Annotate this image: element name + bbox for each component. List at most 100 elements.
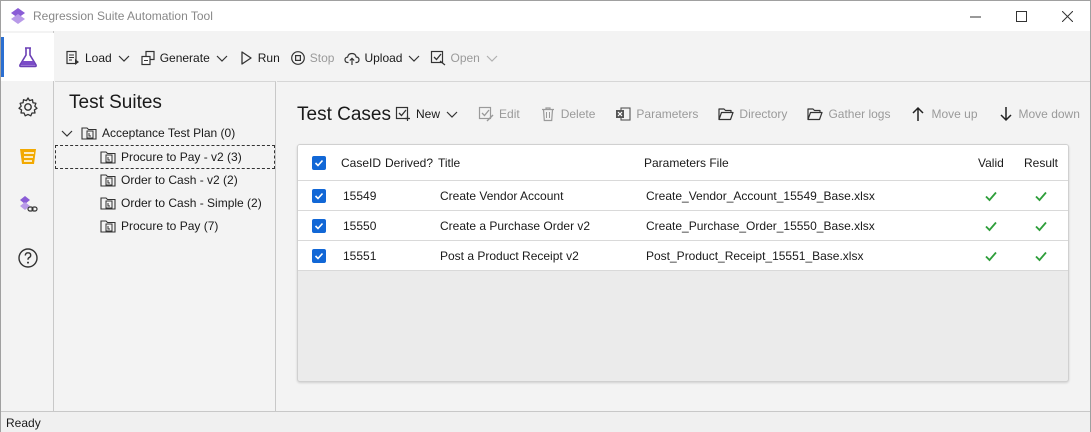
load-icon bbox=[66, 50, 79, 65]
title-bar[interactable]: Regression Suite Automation Tool bbox=[1, 1, 1090, 31]
link-icon bbox=[19, 196, 38, 212]
upload-label: Upload bbox=[364, 51, 403, 65]
parameters-button[interactable]: Parameters bbox=[615, 106, 698, 122]
excel-icon bbox=[616, 107, 631, 121]
chevron-down-icon[interactable] bbox=[408, 52, 420, 64]
test-suite-icon bbox=[100, 220, 116, 233]
test-suite-icon bbox=[100, 151, 116, 164]
open-button[interactable]: Open bbox=[430, 41, 498, 75]
new-label: New bbox=[416, 107, 441, 121]
select-all-checkbox[interactable] bbox=[312, 145, 326, 180]
parameters-file-cell: Post_Product_Receipt_15551_Base.xlsx bbox=[646, 248, 864, 263]
caseid-cell: 15549 bbox=[343, 188, 377, 203]
chevron-down-icon[interactable] bbox=[61, 127, 73, 139]
row-checkbox[interactable] bbox=[312, 241, 326, 270]
move-up-label: Move up bbox=[931, 107, 978, 121]
table-row[interactable]: 15551 Post a Product Receipt v2 Post_Pro… bbox=[298, 241, 1068, 271]
test-cases-toolbar: New Edit Delete Parameters Directory Gat… bbox=[395, 102, 1091, 126]
nav-boards[interactable] bbox=[1, 132, 54, 180]
chevron-down-icon[interactable] bbox=[216, 52, 228, 64]
main-toolbar: Load Generate Run Stop Upload Open bbox=[55, 41, 498, 75]
tree-item-label: Order to Cash - v2 (2) bbox=[121, 173, 238, 187]
stop-label: Stop bbox=[309, 51, 335, 65]
parameters-label: Parameters bbox=[636, 107, 699, 121]
new-icon bbox=[395, 106, 410, 121]
column-header-title[interactable]: Title bbox=[438, 145, 460, 180]
tree-item-order-to-cash-simple[interactable]: Order to Cash - Simple (2) bbox=[100, 192, 262, 214]
gear-icon bbox=[17, 97, 38, 117]
cloud-upload-icon bbox=[344, 52, 361, 65]
column-header-derived[interactable]: Derived? bbox=[385, 145, 433, 180]
chevron-down-icon[interactable] bbox=[486, 52, 498, 64]
tree-item-label: Order to Cash - Simple (2) bbox=[121, 196, 262, 210]
move-down-button[interactable]: Move down bbox=[998, 106, 1080, 122]
status-bar: Ready bbox=[1, 411, 1090, 432]
test-cases-panel: Test Cases New Edit Delete Parameters Di… bbox=[277, 81, 1090, 411]
generate-button[interactable]: Generate bbox=[140, 41, 228, 75]
directory-button[interactable]: Directory bbox=[718, 106, 787, 122]
valid-cell bbox=[984, 211, 998, 240]
checkmark-icon bbox=[1035, 221, 1047, 231]
row-checkbox[interactable] bbox=[312, 211, 326, 240]
run-button[interactable]: Run bbox=[238, 41, 280, 75]
tree-item-procure-to-pay[interactable]: Procure to Pay (7) bbox=[100, 215, 218, 237]
tree-item-label: Procure to Pay (7) bbox=[121, 219, 219, 233]
nav-test-suites[interactable] bbox=[1, 33, 54, 81]
nav-help[interactable] bbox=[1, 234, 54, 282]
nav-settings[interactable] bbox=[1, 83, 54, 131]
play-icon bbox=[241, 51, 252, 65]
maximize-button[interactable] bbox=[998, 1, 1044, 31]
board-icon bbox=[19, 149, 36, 164]
edit-case-button[interactable]: Edit bbox=[478, 106, 520, 122]
checkmark-icon bbox=[985, 221, 997, 231]
delete-case-button[interactable]: Delete bbox=[540, 106, 595, 122]
chevron-down-icon[interactable] bbox=[446, 108, 458, 120]
move-down-label: Move down bbox=[1018, 107, 1080, 121]
row-checkbox[interactable] bbox=[312, 181, 326, 210]
edit-icon bbox=[478, 106, 494, 122]
edit-label: Edit bbox=[499, 107, 520, 121]
column-header-valid[interactable]: Valid bbox=[978, 145, 1004, 180]
result-cell bbox=[1034, 211, 1048, 240]
minimize-button[interactable] bbox=[952, 1, 998, 31]
column-header-parameters-file[interactable]: Parameters File bbox=[644, 145, 729, 180]
maximize-icon bbox=[1015, 10, 1027, 22]
tree-root-label: Acceptance Test Plan (0) bbox=[102, 126, 236, 140]
test-suite-icon bbox=[100, 197, 116, 210]
test-suite-icon bbox=[100, 174, 116, 187]
check-icon bbox=[314, 192, 324, 200]
move-up-button[interactable]: Move up bbox=[910, 106, 978, 122]
checkmark-icon bbox=[985, 251, 997, 261]
column-header-caseid[interactable]: CaseID bbox=[341, 145, 381, 180]
chevron-down-icon[interactable] bbox=[118, 52, 130, 64]
test-cases-grid: CaseID Derived? Title Parameters File Va… bbox=[297, 144, 1069, 382]
tree-item-procure-to-pay-v2[interactable]: Procure to Pay - v2 (3) bbox=[55, 145, 275, 169]
app-window: Regression Suite Automation Tool Load Ge… bbox=[0, 0, 1091, 432]
column-header-result[interactable]: Result bbox=[1024, 145, 1058, 180]
tree-root-item[interactable]: Acceptance Test Plan (0) bbox=[61, 122, 235, 144]
checkbox[interactable] bbox=[312, 218, 326, 233]
gather-logs-button[interactable]: Gather logs bbox=[807, 106, 890, 122]
minimize-icon bbox=[969, 16, 981, 17]
grid-header-row: CaseID Derived? Title Parameters File Va… bbox=[298, 145, 1068, 181]
table-row[interactable]: 15550 Create a Purchase Order v2 Create_… bbox=[298, 211, 1068, 241]
open-icon bbox=[431, 50, 446, 66]
checkbox[interactable] bbox=[312, 188, 326, 203]
stop-button[interactable]: Stop bbox=[290, 41, 335, 75]
check-icon bbox=[314, 159, 324, 167]
new-case-button[interactable]: New bbox=[395, 106, 458, 122]
load-button[interactable]: Load bbox=[65, 41, 130, 75]
help-icon bbox=[17, 248, 38, 268]
upload-button[interactable]: Upload bbox=[344, 41, 420, 75]
app-logo-icon bbox=[11, 8, 25, 24]
close-button[interactable] bbox=[1044, 1, 1090, 31]
trash-icon bbox=[541, 107, 554, 122]
checkbox[interactable] bbox=[312, 155, 326, 170]
caseid-cell: 15551 bbox=[343, 248, 377, 263]
nav-integration[interactable] bbox=[1, 181, 54, 229]
gather-logs-label: Gather logs bbox=[828, 107, 891, 121]
checkbox[interactable] bbox=[312, 248, 326, 263]
table-row[interactable]: 15549 Create Vendor Account Create_Vendo… bbox=[298, 181, 1068, 211]
checkmark-icon bbox=[985, 191, 997, 201]
tree-item-order-to-cash-v2[interactable]: Order to Cash - v2 (2) bbox=[100, 169, 238, 191]
